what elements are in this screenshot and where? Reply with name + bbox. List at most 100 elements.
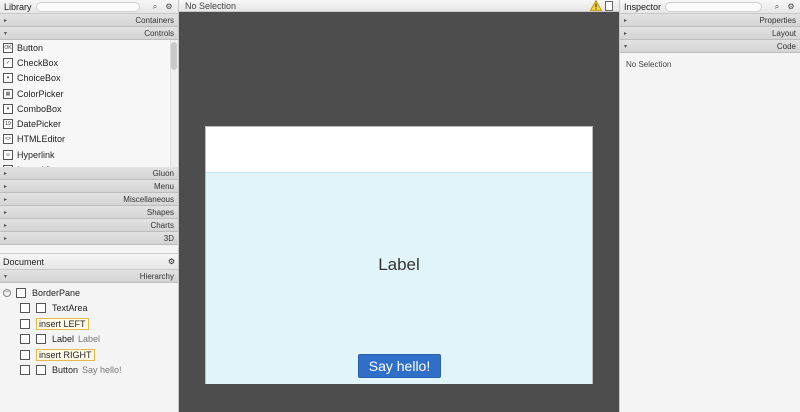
gear-icon[interactable]: ⚙ xyxy=(786,2,796,12)
gear-icon[interactable]: ⚙ xyxy=(168,257,175,266)
section-miscellaneous[interactable]: ▸ Miscellaneous xyxy=(0,193,178,206)
gear-icon[interactable]: ⚙ xyxy=(164,2,174,12)
collapsed-arrow-icon: ▸ xyxy=(4,17,8,24)
combobox-icon: ▾ xyxy=(3,103,13,114)
library-item-label: ColorPicker xyxy=(17,88,64,99)
library-search-input[interactable] xyxy=(35,1,140,12)
tree-node-label: Button xyxy=(52,365,79,376)
collapsed-arrow-icon: ▸ xyxy=(4,235,8,242)
tree-node-value: Label xyxy=(78,334,101,345)
library-item-imageview[interactable]: ▣ ImageView xyxy=(0,162,178,167)
section-properties[interactable]: ▸ Properties xyxy=(620,14,800,27)
collapse-toggle-icon[interactable]: − xyxy=(3,288,11,297)
library-title: Library xyxy=(4,1,32,12)
collapsed-arrow-icon: ▸ xyxy=(624,17,628,24)
choicebox-icon: ▾ xyxy=(3,73,13,84)
section-gluon[interactable]: ▸ Gluon xyxy=(0,167,178,180)
node-type-icon xyxy=(20,365,30,376)
content-toolbar: No Selection xyxy=(179,0,619,12)
library-item-label: HTMLEditor xyxy=(17,134,66,145)
collapsed-arrow-icon: ▸ xyxy=(4,196,8,203)
expanded-arrow-icon: ▾ xyxy=(4,30,8,37)
library-item-datepicker[interactable]: 19 DatePicker xyxy=(0,116,178,131)
section-charts[interactable]: ▸ Charts xyxy=(0,219,178,232)
borderpane-canvas[interactable]: Label Say hello! xyxy=(205,126,593,384)
collapsed-arrow-icon: ▸ xyxy=(4,183,8,190)
document-title: Document xyxy=(3,256,45,267)
tree-node-label: insert RIGHT xyxy=(36,348,95,361)
inspector-panel: Inspector ⌕ ⚙ ▸ Properties ▸ Layout ▾ Code No… xyxy=(619,0,800,412)
node-type-icon xyxy=(20,318,30,329)
insert-slot[interactable]: insert RIGHT xyxy=(0,347,178,363)
canvas-label[interactable]: Label xyxy=(206,255,592,275)
section-menu[interactable]: ▸ Menu xyxy=(0,180,178,193)
tree-node[interactable]: Label Label xyxy=(0,332,178,348)
section-shapes[interactable]: ▸ Shapes xyxy=(0,206,178,219)
left-panel: Library ⌕ ⚙ ▸ Containers ▾ Controls OK Bu… xyxy=(0,0,179,412)
control-icon xyxy=(36,365,46,376)
library-item-combobox[interactable]: ▾ ComboBox xyxy=(0,101,178,116)
inspector-empty-text: No Selection xyxy=(626,60,672,69)
tree-node-label: insert LEFT xyxy=(36,317,89,330)
document-icon[interactable] xyxy=(605,0,613,11)
htmleditor-icon: <> xyxy=(3,134,13,145)
tree-node[interactable]: TextArea xyxy=(0,301,178,317)
document-header: Document ⚙ xyxy=(0,253,178,270)
inspector-title: Inspector xyxy=(624,1,662,12)
library-item-hyperlink[interactable]: ∞ Hyperlink xyxy=(0,147,178,162)
search-icon[interactable]: ⌕ xyxy=(150,2,160,12)
scrollbar-thumb[interactable] xyxy=(171,42,177,70)
section-3d[interactable]: ▸ 3D xyxy=(0,232,178,245)
library-item-label: Hyperlink xyxy=(17,149,55,160)
tree-node-value: Say hello! xyxy=(82,365,122,376)
tree-node[interactable]: Button Say hello! xyxy=(0,363,178,379)
tree-node-label: BorderPane xyxy=(32,287,81,298)
library-item-button[interactable]: OK Button xyxy=(0,40,178,55)
control-icon xyxy=(36,303,46,314)
section-controls[interactable]: ▾ Controls xyxy=(0,27,178,40)
tree-node-label: Label xyxy=(52,334,75,345)
scrollbar[interactable] xyxy=(170,40,178,167)
library-item-label: ChoiceBox xyxy=(17,73,61,84)
library-header: Library ⌕ ⚙ xyxy=(0,0,178,14)
colorpicker-icon: ▦ xyxy=(3,88,13,99)
library-item-label: CheckBox xyxy=(17,57,59,68)
controls-list: OK Button ✓ CheckBox ▾ ChoiceBox ▦ ColorPicker ▾… xyxy=(0,40,178,167)
control-icon xyxy=(36,334,46,345)
library-item-label: Button xyxy=(17,42,44,53)
section-code[interactable]: ▾ Code xyxy=(620,40,800,53)
node-type-icon xyxy=(16,287,26,298)
section-containers[interactable]: ▸ Containers xyxy=(0,14,178,27)
library-item-label: DatePicker xyxy=(17,119,62,130)
section-hierarchy[interactable]: ▾ Hierarchy xyxy=(0,270,178,283)
collapsed-arrow-icon: ▸ xyxy=(4,209,8,216)
insert-slot[interactable]: insert LEFT xyxy=(0,316,178,332)
datepicker-icon: 19 xyxy=(3,119,13,130)
section-layout[interactable]: ▸ Layout xyxy=(620,27,800,40)
hyperlink-icon: ∞ xyxy=(3,149,13,160)
search-icon[interactable]: ⌕ xyxy=(772,2,782,12)
warning-icon[interactable] xyxy=(590,0,602,11)
button-icon: OK xyxy=(3,42,13,53)
collapsed-arrow-icon: ▸ xyxy=(4,222,8,229)
library-item-choicebox[interactable]: ▾ ChoiceBox xyxy=(0,71,178,86)
tree-node-label: TextArea xyxy=(52,303,88,314)
library-item-checkbox[interactable]: ✓ CheckBox xyxy=(0,55,178,70)
say-hello-button[interactable]: Say hello! xyxy=(358,354,441,378)
tree-node[interactable]: − BorderPane xyxy=(0,285,178,301)
collapsed-arrow-icon: ▸ xyxy=(624,30,628,37)
library-item-label: ComboBox xyxy=(17,103,62,114)
library-item-label: ImageView xyxy=(17,165,61,167)
inspector-header: Inspector ⌕ ⚙ xyxy=(620,0,800,14)
library-item-colorpicker[interactable]: ▦ ColorPicker xyxy=(0,86,178,101)
textarea-region[interactable] xyxy=(206,127,592,173)
inspector-search-input[interactable] xyxy=(665,1,762,12)
library-item-htmleditor[interactable]: <> HTMLEditor xyxy=(0,132,178,147)
node-type-icon xyxy=(20,303,30,314)
selection-status: No Selection xyxy=(185,0,237,11)
center-region[interactable]: Label Say hello! xyxy=(206,173,592,384)
content-workspace: No Selection Label Say hello! xyxy=(179,0,619,412)
imageview-icon: ▣ xyxy=(3,165,13,167)
node-type-icon xyxy=(20,334,30,345)
expanded-arrow-icon: ▾ xyxy=(624,43,628,50)
